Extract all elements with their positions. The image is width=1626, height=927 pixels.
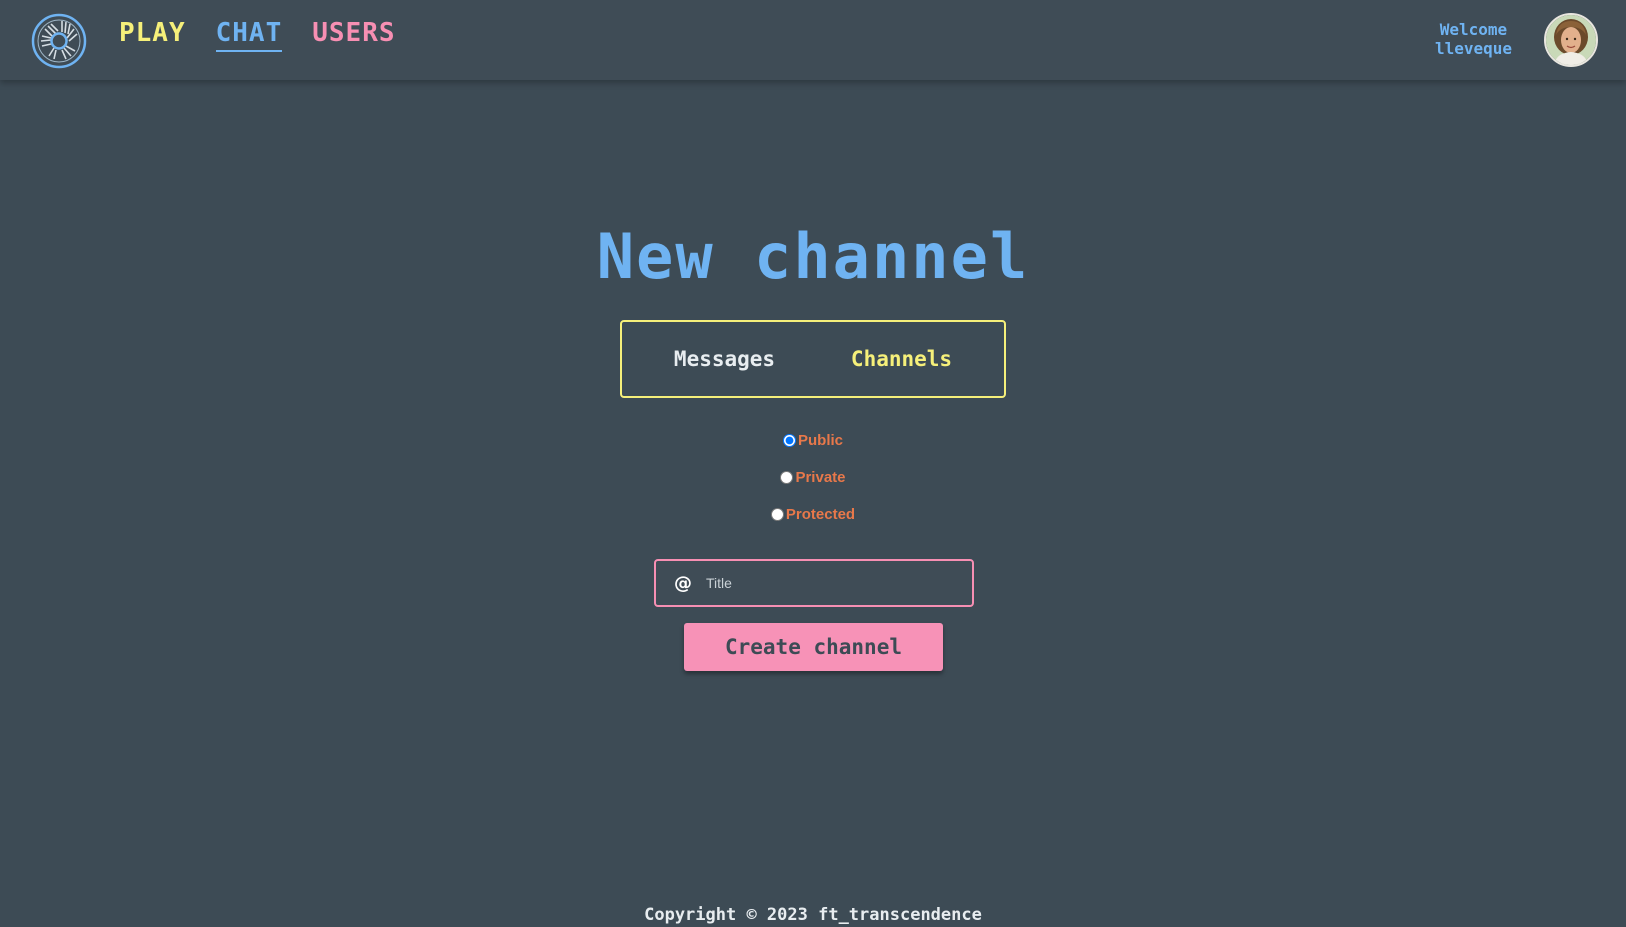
welcome-greeting: Welcome [1439, 20, 1508, 39]
page-title: New channel [596, 220, 1030, 293]
nav-users-link[interactable]: USERS [312, 18, 395, 52]
top-header: PLAY CHAT USERS Welcome lleveque [0, 0, 1626, 80]
nav-play-link[interactable]: PLAY [119, 18, 186, 52]
main-nav: PLAY CHAT USERS [119, 18, 396, 52]
channel-title-field[interactable]: @ [654, 559, 974, 607]
visibility-radio-group: Public Private Protected [0, 431, 1626, 523]
radio-protected[interactable]: Protected [770, 505, 856, 523]
welcome-text: Welcome lleveque [1435, 20, 1512, 58]
radio-public-input[interactable] [782, 433, 796, 447]
welcome-username: lleveque [1434, 39, 1512, 58]
radio-public[interactable]: Public [782, 431, 843, 449]
channel-title-input[interactable] [704, 574, 948, 592]
footer-copyright: Copyright © 2023 ft_transcendence [644, 905, 982, 925]
create-channel-button[interactable]: Create channel [684, 623, 943, 671]
radio-public-label: Public [797, 431, 843, 449]
tab-messages[interactable]: Messages [674, 347, 775, 371]
radio-protected-input[interactable] [770, 507, 784, 521]
nav-chat-link[interactable]: CHAT [215, 18, 283, 52]
radio-private[interactable]: Private [780, 468, 846, 486]
radio-protected-label: Protected [785, 505, 856, 523]
avatar[interactable] [1544, 13, 1598, 67]
logo-icon[interactable] [31, 13, 87, 69]
chat-tabs: Messages Channels [620, 320, 1006, 398]
at-icon: @ [674, 572, 692, 594]
radio-private-label: Private [795, 468, 846, 486]
radio-private-input[interactable] [780, 470, 794, 484]
tab-channels[interactable]: Channels [851, 347, 952, 371]
